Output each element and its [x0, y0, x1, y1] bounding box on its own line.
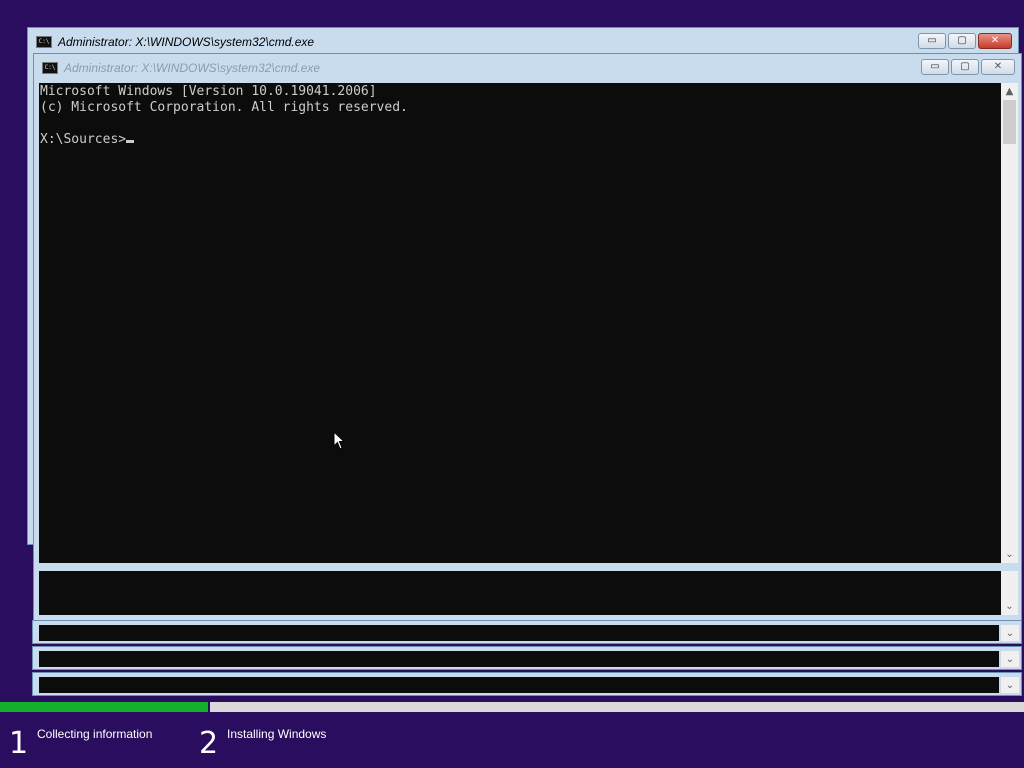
console-line: Microsoft Windows [Version 10.0.19041.20…: [40, 84, 377, 99]
strip-console: [39, 677, 999, 693]
chevron-down-icon[interactable]: ⌄: [1001, 651, 1019, 667]
cmd-icon: C:\: [42, 62, 58, 74]
stacked-window-strip[interactable]: ⌄: [32, 672, 1022, 696]
window-controls: ▭ ▢ ✕: [916, 33, 1012, 49]
scroll-thumb[interactable]: [1003, 100, 1016, 144]
console-scrollbar[interactable]: ▲ ⌄: [1001, 83, 1018, 563]
strip-console: [39, 651, 999, 667]
stacked-window-strip[interactable]: ⌄: [32, 646, 1022, 670]
console-line: (c) Microsoft Corporation. All rights re…: [40, 100, 408, 115]
close-icon: ✕: [993, 61, 1003, 72]
window-title: Administrator: X:\WINDOWS\system32\cmd.e…: [58, 35, 315, 49]
cmd-window-front[interactable]: C:\ Administrator: X:\WINDOWS\system32\c…: [33, 53, 1022, 621]
maximize-icon: ▢: [960, 61, 970, 72]
console-output-area[interactable]: Microsoft Windows [Version 10.0.19041.20…: [39, 83, 1001, 563]
text-cursor: [126, 140, 135, 143]
scroll-up-icon[interactable]: ▲: [1001, 83, 1018, 100]
console-prompt: X:\Sources>: [40, 132, 127, 147]
console-lower-pane[interactable]: [39, 571, 1001, 615]
lower-pane-scrollbar[interactable]: ⌄: [1001, 571, 1018, 615]
maximize-icon: ▢: [957, 35, 967, 46]
console-text: Microsoft Windows [Version 10.0.19041.20…: [40, 84, 408, 148]
window-title: Administrator: X:\WINDOWS\system32\cmd.e…: [64, 61, 321, 75]
strip-console: [39, 625, 999, 641]
window-controls: ▭ ▢ ✕: [919, 59, 1015, 75]
step-number: 2: [199, 726, 219, 761]
close-button[interactable]: ✕: [981, 59, 1015, 75]
step-label-collecting: Collecting information: [37, 727, 153, 741]
step-number: 1: [9, 726, 29, 761]
close-icon: ✕: [990, 35, 1000, 46]
setup-progress-fill: [0, 702, 210, 712]
close-button[interactable]: ✕: [978, 33, 1012, 49]
setup-progress-bar: [0, 702, 1024, 712]
progress-divider: [208, 702, 210, 712]
maximize-button[interactable]: ▢: [951, 59, 979, 75]
scroll-down-icon[interactable]: ⌄: [1001, 598, 1018, 615]
minimize-icon: ▭: [927, 35, 937, 46]
minimize-icon: ▭: [930, 61, 940, 72]
minimize-button[interactable]: ▭: [918, 33, 946, 49]
stacked-window-strip[interactable]: ⌄: [32, 620, 1022, 644]
step-label-installing: Installing Windows: [227, 727, 327, 741]
mouse-pointer-icon: [333, 431, 346, 450]
chevron-down-icon[interactable]: ⌄: [1001, 677, 1019, 693]
cmd-window-back-titlebar[interactable]: C:\ Administrator: X:\WINDOWS\system32\c…: [28, 28, 1018, 56]
chevron-down-icon[interactable]: ⌄: [1001, 625, 1019, 641]
cmd-icon: C:\: [36, 36, 52, 48]
maximize-button[interactable]: ▢: [948, 33, 976, 49]
minimize-button[interactable]: ▭: [921, 59, 949, 75]
scroll-down-icon[interactable]: ⌄: [1001, 546, 1018, 563]
cmd-window-front-titlebar[interactable]: C:\ Administrator: X:\WINDOWS\system32\c…: [34, 54, 1021, 82]
